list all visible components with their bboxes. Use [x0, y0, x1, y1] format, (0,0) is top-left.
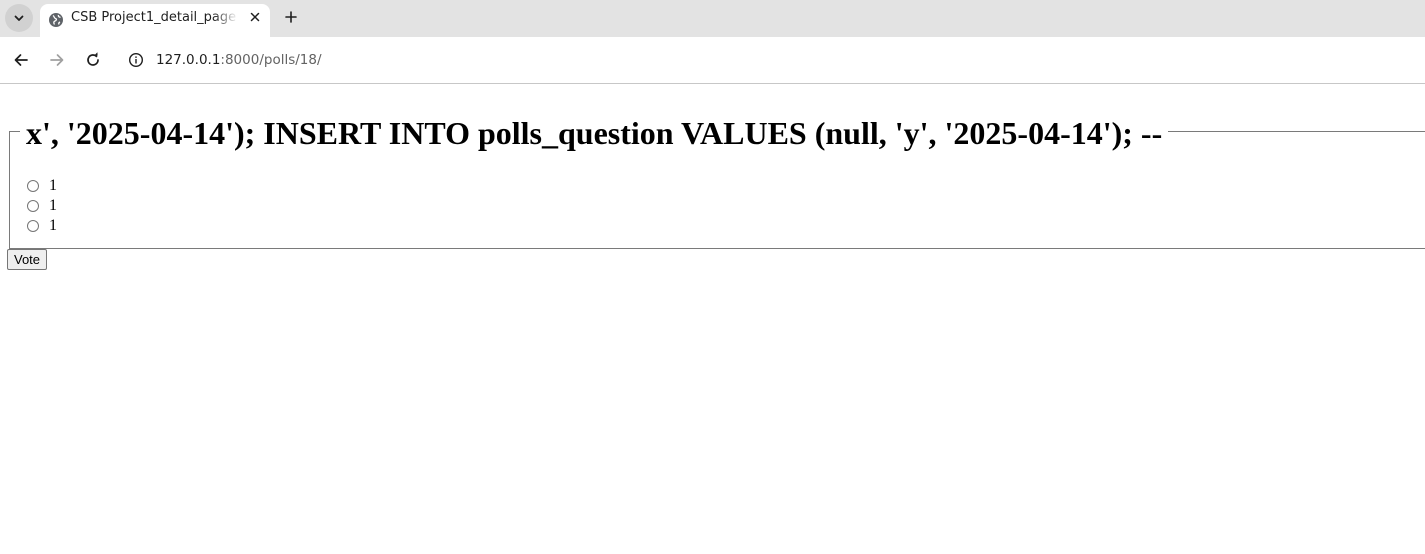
- forward-button[interactable]: [46, 49, 68, 71]
- browser-toolbar: 127.0.0.1:8000/polls/18/: [0, 37, 1425, 83]
- choice-option[interactable]: 1: [27, 176, 57, 196]
- tab-close-button[interactable]: [247, 9, 263, 25]
- arrow-right-icon: [50, 54, 64, 66]
- close-icon: [250, 12, 260, 22]
- tab-active[interactable]: CSB Project1_detail_page: [40, 4, 270, 37]
- choice-radio[interactable]: [27, 180, 39, 192]
- choice-radio[interactable]: [27, 220, 39, 232]
- tab-search-button[interactable]: [5, 4, 33, 32]
- browser-chrome: CSB Project1_detail_page 127.0.0.1:8000/…: [0, 0, 1425, 84]
- url-path: :8000/polls/18/: [220, 52, 322, 68]
- choice-radio[interactable]: [27, 200, 39, 212]
- choice-label[interactable]: 1: [49, 176, 57, 196]
- chevron-down-icon: [14, 15, 24, 21]
- address-bar[interactable]: 127.0.0.1:8000/polls/18/: [119, 44, 1425, 76]
- plus-icon: [285, 11, 297, 23]
- tab-strip: CSB Project1_detail_page: [0, 0, 1425, 37]
- info-icon[interactable]: [128, 52, 144, 68]
- poll-fieldset: x', '2025-04-14'); INSERT INTO polls_que…: [9, 115, 1425, 249]
- choice-label[interactable]: 1: [49, 216, 57, 236]
- choice-option[interactable]: 1: [27, 216, 57, 236]
- question-heading: x', '2025-04-14'); INSERT INTO polls_que…: [20, 115, 1169, 151]
- globe-icon: [49, 13, 63, 27]
- choice-label[interactable]: 1: [49, 196, 57, 216]
- new-tab-button[interactable]: [280, 6, 302, 28]
- page-content: x', '2025-04-14'); INSERT INTO polls_que…: [0, 84, 1425, 554]
- arrow-left-icon: [14, 54, 28, 66]
- reload-icon: [87, 52, 99, 66]
- choice-option[interactable]: 1: [27, 196, 57, 216]
- reload-button[interactable]: [82, 49, 104, 71]
- tab-title: CSB Project1_detail_page: [71, 10, 237, 25]
- url-text: 127.0.0.1:8000/polls/18/: [156, 51, 322, 69]
- url-host: 127.0.0.1: [156, 52, 221, 68]
- vote-button[interactable]: Vote: [7, 249, 48, 270]
- back-button[interactable]: [10, 49, 32, 71]
